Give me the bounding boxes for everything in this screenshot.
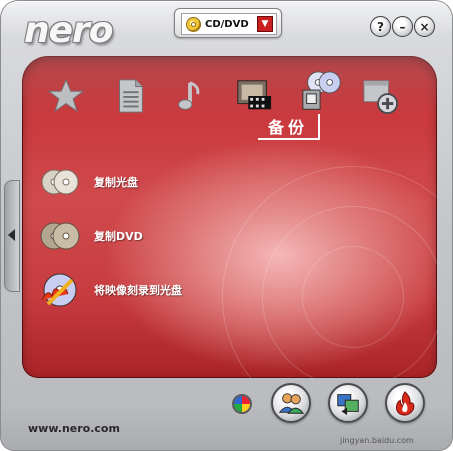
close-button[interactable]: × [414, 16, 435, 37]
task-label: 复制光盘 [94, 176, 138, 189]
nero-website-link[interactable]: www.nero.com [28, 422, 120, 435]
users-icon [278, 393, 305, 414]
burn-button[interactable] [385, 383, 425, 423]
favorites-star-icon[interactable] [46, 76, 86, 116]
selector-label: CD/DVD [205, 18, 249, 30]
task-label: 复制DVD [94, 230, 143, 243]
nero-ball-icon[interactable] [232, 394, 252, 414]
extras-add-icon[interactable] [360, 76, 400, 116]
task-burn-image[interactable]: 将映像刻录到光盘 [38, 272, 182, 308]
copy-disc-icon [38, 164, 82, 200]
decorative-ring [302, 246, 404, 348]
chevron-left-icon [8, 229, 15, 241]
window-controls: ? – × [370, 16, 435, 37]
copy-dvd-icon [38, 218, 82, 254]
active-category-label: 备份 [258, 114, 320, 140]
task-copy-disc[interactable]: 复制光盘 [38, 164, 138, 200]
main-panel: 备份 复制光盘 复制DVD 将映像刻录到光盘 [22, 56, 437, 378]
selector-field[interactable]: CD/DVD ▼ [181, 13, 277, 35]
flame-icon [395, 391, 415, 416]
cd-disc-icon [186, 16, 201, 32]
help-button[interactable]: ? [370, 16, 391, 37]
users-button[interactable] [271, 383, 311, 423]
side-expand-handle[interactable] [4, 180, 20, 292]
nero-logo: nero [24, 10, 114, 51]
minimize-button[interactable]: – [392, 16, 413, 37]
video-film-icon[interactable] [234, 76, 274, 116]
task-copy-dvd[interactable]: 复制DVD [38, 218, 143, 254]
refresh-copy-button[interactable] [328, 383, 368, 423]
burn-image-icon [38, 272, 82, 308]
data-document-icon[interactable] [110, 76, 150, 116]
media-type-selector[interactable]: CD/DVD ▼ [174, 8, 282, 38]
nero-window: nero CD/DVD ▼ ? – × 备份 复制光盘 复制DVD 将映像刻录到… [0, 0, 453, 451]
watermark-text: jingyan.baidu.com [340, 436, 414, 445]
task-label: 将映像刻录到光盘 [94, 284, 182, 297]
music-note-icon[interactable] [170, 76, 210, 116]
backup-discs-icon[interactable] [298, 68, 346, 116]
chevron-down-icon[interactable]: ▼ [257, 16, 273, 32]
refresh-copy-icon [337, 394, 359, 416]
